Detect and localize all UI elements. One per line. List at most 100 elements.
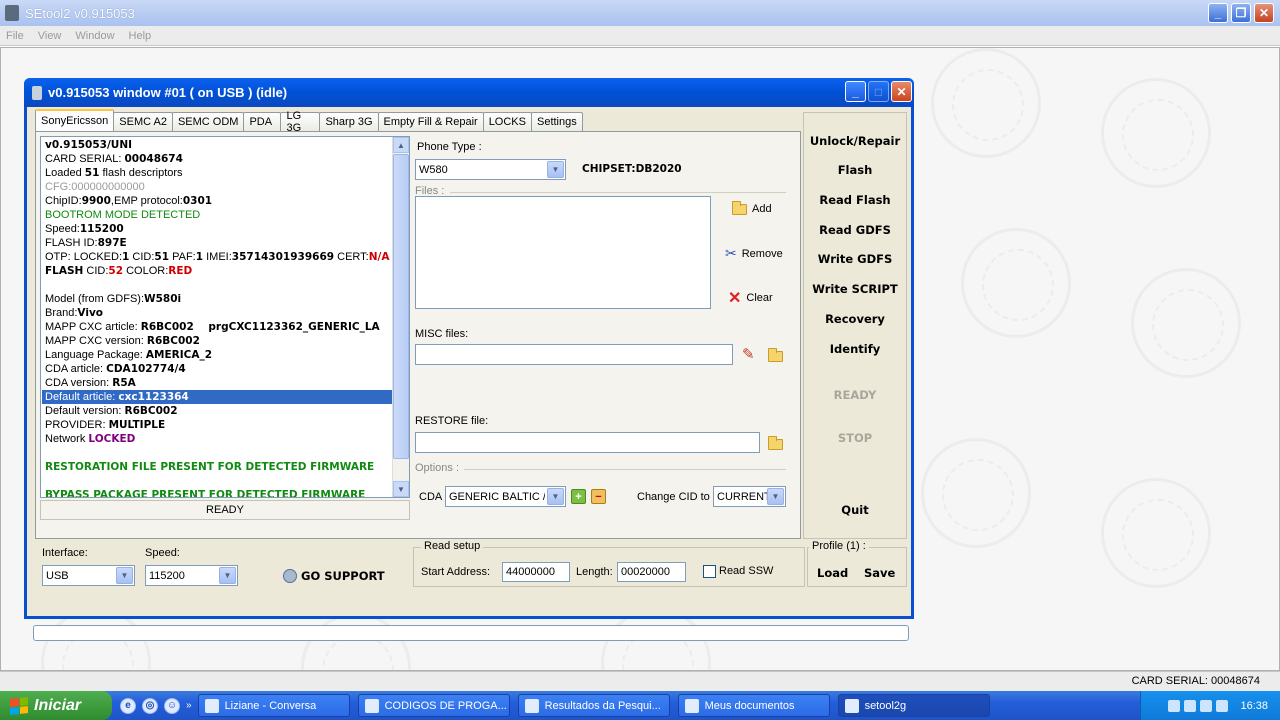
log-line: Network LOCKED: [45, 433, 136, 445]
folder-open-icon[interactable]: [768, 436, 783, 450]
tab-sharp-3g[interactable]: Sharp 3G: [319, 112, 379, 131]
quick-launch-expand-icon[interactable]: »: [186, 700, 192, 711]
start-address-input[interactable]: 44000000: [502, 562, 570, 582]
tab-semc-odm[interactable]: SEMC ODM: [171, 112, 245, 131]
chevron-down-icon: ▼: [219, 567, 236, 584]
files-list[interactable]: [415, 196, 711, 309]
menubar: File View Window Help: [0, 26, 1280, 46]
taskbar-item[interactable]: Meus documentos: [677, 694, 830, 717]
start-button[interactable]: Iniciar: [0, 691, 112, 720]
length-label: Length:: [576, 566, 613, 578]
internet-explorer-icon[interactable]: e: [120, 697, 136, 714]
volume-icon[interactable]: [1200, 699, 1213, 712]
phone-type-select[interactable]: W580 ▼: [415, 159, 566, 180]
log-line: FLASH CID:52 COLOR:RED: [45, 265, 193, 277]
write-script-button[interactable]: Write SCRIPT: [804, 282, 906, 296]
system-tray: 16:38: [1140, 691, 1280, 720]
interface-select[interactable]: USB ▼: [42, 565, 135, 586]
security-icon[interactable]: [1216, 699, 1229, 712]
tab-semc-a2[interactable]: SEMC A2: [113, 112, 173, 131]
read-ssw-checkbox[interactable]: [703, 565, 716, 578]
stop-button: STOP: [837, 431, 873, 445]
pencil-icon[interactable]: ✎: [742, 345, 755, 363]
tray-icon[interactable]: [1168, 699, 1181, 712]
length-input[interactable]: 00020000: [617, 562, 686, 582]
start-address-label: Start Address:: [421, 566, 491, 578]
taskbar-item[interactable]: Resultados da Pesqui...: [517, 694, 670, 717]
network-icon[interactable]: [1184, 699, 1197, 712]
log-line: MAPP CXC article: R6BC002 prgCXC1123362_…: [45, 321, 380, 333]
tab-empty-fill-repair[interactable]: Empty Fill & Repair: [377, 112, 484, 131]
browser-icon[interactable]: ◎: [142, 697, 158, 714]
log-line: CFG:000000000000: [45, 181, 145, 193]
scroll-thumb[interactable]: [393, 154, 409, 459]
command-panel: Unlock/Repair Flash Read Flash Read GDFS…: [803, 112, 907, 539]
read-gdfs-button[interactable]: Read GDFS: [804, 223, 906, 237]
log-scrollbar[interactable]: ▲ ▼: [392, 137, 409, 497]
load-profile-button[interactable]: Load: [817, 566, 848, 580]
log-line: Default version: R6BC002: [45, 405, 178, 417]
log-line: CDA version: R5A: [45, 377, 136, 389]
change-cid-select[interactable]: CURRENT ▼: [713, 486, 786, 507]
misc-files-input[interactable]: [415, 344, 733, 365]
chevron-down-icon: ▼: [547, 161, 564, 178]
quit-button[interactable]: Quit: [804, 503, 906, 517]
write-gdfs-button[interactable]: Write GDFS: [804, 252, 906, 266]
profile-label: Profile (1) :: [809, 540, 869, 552]
identify-button[interactable]: Identify: [804, 342, 906, 356]
cda-select[interactable]: GENERIC BALTIC /BALTIC▼: [445, 486, 566, 507]
taskbar-item-active[interactable]: setool2g: [837, 694, 990, 717]
log-line-selected[interactable]: Default article: cxc1123364: [42, 390, 392, 404]
minimize-button[interactable]: _: [1208, 3, 1228, 23]
restore-file-input[interactable]: [415, 432, 760, 453]
tab-lg-3g[interactable]: LG 3G: [280, 110, 321, 134]
messenger-icon[interactable]: ☺: [164, 697, 180, 714]
restore-file-label: RESTORE file:: [415, 415, 489, 427]
read-setup-label: Read setup: [421, 540, 484, 552]
scroll-up-icon[interactable]: ▲: [393, 137, 409, 153]
tab-pda[interactable]: PDA: [243, 112, 282, 131]
clear-files-button[interactable]: ✕ Clear: [728, 288, 773, 308]
tab-sonyericsson[interactable]: SonyEricsson: [35, 109, 115, 131]
speed-select[interactable]: 115200 ▼: [145, 565, 238, 586]
tab-settings[interactable]: Settings: [530, 112, 583, 131]
read-flash-button[interactable]: Read Flash: [804, 193, 906, 207]
phone-icon: [32, 85, 42, 100]
menu-view[interactable]: View: [38, 30, 62, 42]
flash-button[interactable]: Flash: [804, 163, 906, 177]
background-seal: [1101, 478, 1211, 588]
remove-file-button[interactable]: ✂ Remove: [725, 245, 783, 262]
child-minimize-button[interactable]: _: [845, 81, 866, 102]
scissors-icon: ✂: [725, 245, 737, 261]
menu-file[interactable]: File: [6, 30, 24, 42]
child-close-button[interactable]: ✕: [891, 81, 912, 102]
add-cda-icon[interactable]: +: [571, 489, 586, 504]
taskbar-item[interactable]: CODIGOS DE PROGA...: [357, 694, 510, 717]
close-button[interactable]: ✕: [1254, 3, 1274, 23]
globe-icon: [283, 569, 297, 583]
recovery-button[interactable]: Recovery: [804, 312, 906, 326]
unlock-repair-button[interactable]: Unlock/Repair: [804, 134, 906, 148]
child-maximize-button: □: [868, 81, 889, 102]
background-seal: [301, 613, 411, 670]
save-profile-button[interactable]: Save: [864, 566, 895, 580]
child-window: v0.915053 window #01 ( on USB ) (idle) _…: [24, 78, 914, 641]
tab-locks[interactable]: LOCKS: [482, 112, 532, 131]
maximize-button[interactable]: ❐: [1231, 3, 1251, 23]
log-line: ChipID:9900,EMP protocol:0301: [45, 195, 213, 207]
menu-window[interactable]: Window: [75, 30, 114, 42]
menu-help[interactable]: Help: [129, 30, 152, 42]
go-support-button[interactable]: GO SUPPORT: [283, 569, 385, 583]
speed-label: Speed:: [145, 547, 180, 559]
log-line: Model (from GDFS):W580i: [45, 293, 182, 305]
scroll-down-icon[interactable]: ▼: [393, 481, 409, 497]
remove-cda-icon[interactable]: −: [591, 489, 606, 504]
log-output[interactable]: v0.915053/UNI CARD SERIAL: 00048674 Load…: [40, 136, 410, 498]
child-titlebar[interactable]: v0.915053 window #01 ( on USB ) (idle) _…: [24, 78, 914, 107]
folder-open-icon[interactable]: [768, 348, 783, 362]
log-line-blank: [42, 474, 392, 488]
log-line: RESTORATION FILE PRESENT FOR DETECTED FI…: [45, 461, 375, 473]
add-file-button[interactable]: Add: [732, 200, 772, 215]
taskbar-item[interactable]: Liziane - Conversa: [197, 694, 350, 717]
folder-open-icon: [732, 200, 747, 215]
